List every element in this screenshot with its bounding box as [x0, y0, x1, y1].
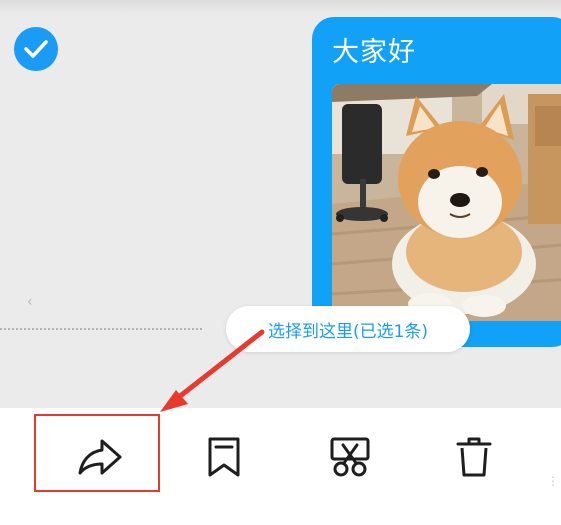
- message-select-checkbox[interactable]: [14, 27, 58, 71]
- select-to-here-button[interactable]: 选择到这里(已选1条): [226, 306, 470, 352]
- shiba-photo[interactable]: [332, 84, 561, 321]
- chevron-left-icon: ‹: [27, 294, 33, 310]
- forward-highlight-box: [34, 414, 160, 492]
- delete-button[interactable]: [426, 414, 522, 500]
- edge-marker: ⋮: [547, 474, 559, 488]
- scissors-icon: [330, 437, 370, 477]
- message-text: 大家好: [332, 37, 416, 68]
- cut-button[interactable]: [302, 414, 398, 500]
- select-to-here-label: 选择到这里(已选1条): [267, 321, 429, 342]
- selection-divider: [0, 328, 202, 330]
- top-shade: [0, 0, 561, 14]
- chat-area: 大家好 ‹ 选择到这里(已选1条): [0, 0, 561, 408]
- checkmark-icon: [24, 40, 48, 58]
- bookmark-icon: [208, 437, 240, 477]
- message-bubble[interactable]: 大家好: [312, 17, 561, 347]
- trash-icon: [456, 437, 492, 477]
- favorite-button[interactable]: [176, 414, 272, 500]
